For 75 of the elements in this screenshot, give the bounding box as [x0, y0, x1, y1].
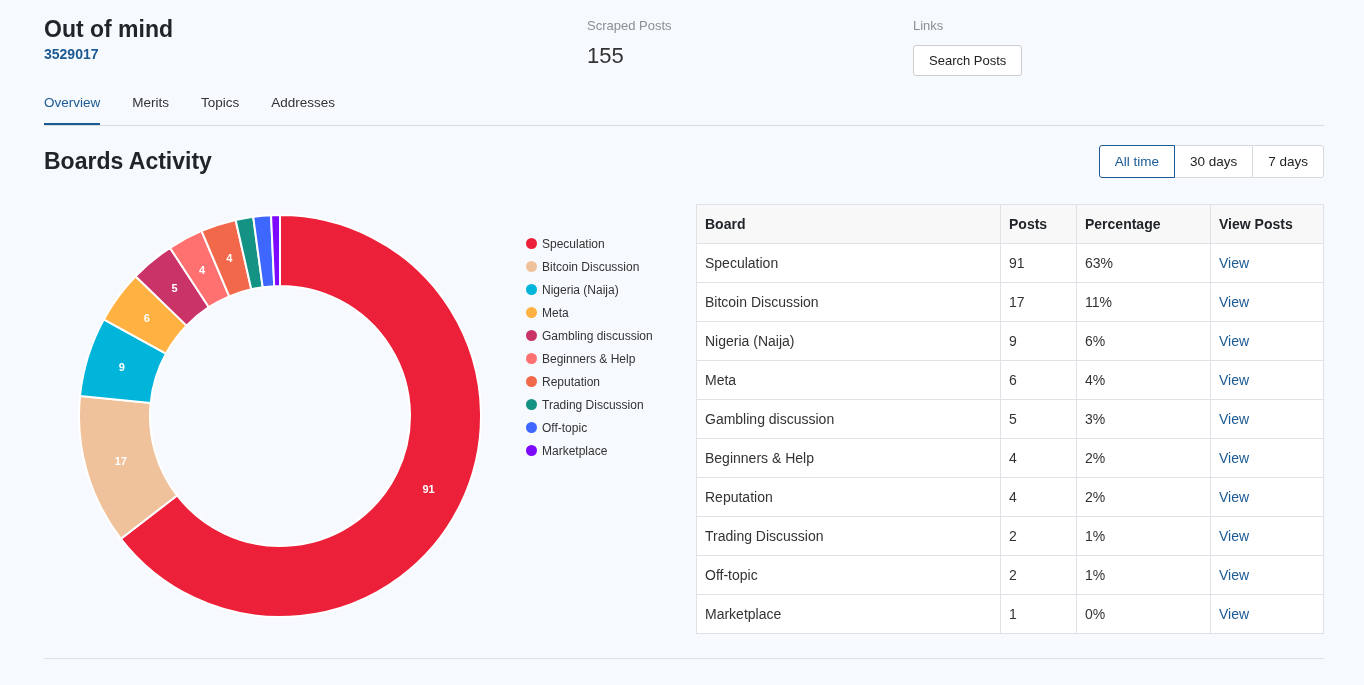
slice-label: 17 [114, 455, 127, 468]
stat-value: 155 [587, 43, 625, 69]
table-cell: Reputation [696, 477, 1001, 517]
table-cell: Bitcoin Discussion [696, 282, 1001, 322]
slice-label: 4 [199, 264, 206, 276]
section-title: Boards Activity [44, 147, 212, 175]
table-cell: 1% [1076, 516, 1211, 556]
tab[interactable]: Overview [44, 90, 101, 125]
stat-label: Scraped Posts [587, 18, 673, 33]
table-cell: Gambling discussion [696, 399, 1001, 439]
table-cell: 1% [1076, 555, 1211, 595]
table-cell: 3% [1076, 399, 1211, 439]
table-cell: Trading Discussion [696, 516, 1001, 556]
table-cell: Meta [696, 360, 1001, 400]
slice-label: 91 [422, 483, 435, 495]
table-cell: 6% [1076, 321, 1211, 361]
column-header: Percentage [1076, 204, 1211, 244]
table-cell: Nigeria (Naija) [696, 321, 1001, 361]
profile-name: Out of mind [44, 15, 175, 44]
table-cell: 9 [1000, 321, 1077, 361]
table-cell: 91 [1000, 243, 1077, 283]
view-link[interactable]: View [1219, 528, 1250, 544]
view-link[interactable]: View [1219, 606, 1250, 622]
legend-label: Bitcoin Discussion [542, 259, 640, 274]
table-cell: 2 [1000, 516, 1077, 556]
legend-label: Reputation [542, 374, 601, 389]
table-cell: Speculation [696, 243, 1001, 283]
legend-label: Off-topic [542, 420, 588, 435]
legend-label: Nigeria (Naija) [542, 282, 619, 297]
links-label: Links [913, 18, 945, 33]
tab[interactable]: Merits [132, 90, 169, 123]
table-cell: 6 [1000, 360, 1077, 400]
legend-label: Gambling discussion [542, 328, 653, 343]
range-button[interactable]: 30 days [1173, 144, 1254, 178]
slice-label: 5 [171, 282, 178, 295]
column-header: View Posts [1210, 204, 1324, 244]
table-cell: 2 [1000, 555, 1077, 595]
legend-label: Marketplace [542, 443, 608, 458]
tab[interactable]: Addresses [271, 90, 336, 123]
view-link[interactable]: View [1219, 372, 1250, 388]
view-link[interactable]: View [1219, 450, 1250, 466]
table-cell: 5 [1000, 399, 1077, 439]
view-link[interactable]: View [1219, 294, 1250, 310]
view-link[interactable]: View [1219, 255, 1250, 271]
slice-label: 9 [118, 360, 125, 373]
view-link[interactable]: View [1219, 489, 1250, 505]
table-cell: 63% [1076, 243, 1211, 283]
table-cell: 1 [1000, 594, 1077, 634]
view-link[interactable]: View [1219, 411, 1250, 427]
column-header: Posts [1000, 204, 1077, 244]
table-cell: 2% [1076, 477, 1211, 517]
view-link[interactable]: View [1219, 567, 1250, 583]
table-cell: 2% [1076, 438, 1211, 478]
table-cell: 0% [1076, 594, 1211, 634]
column-header: Board [696, 204, 1001, 244]
user-id-link[interactable]: 3529017 [44, 46, 587, 62]
view-link[interactable]: View [1219, 333, 1250, 349]
legend-label: Speculation [542, 236, 605, 251]
range-button[interactable]: All time [1098, 144, 1175, 178]
table-cell: Off-topic [696, 555, 1001, 595]
table-cell: 17 [1000, 282, 1077, 322]
search-posts-button[interactable]: Search Posts [913, 45, 1023, 76]
table-cell: Beginners & Help [696, 438, 1001, 478]
range-button[interactable]: 7 days [1252, 144, 1324, 178]
table-cell: 4 [1000, 438, 1077, 478]
table-cell: 4 [1000, 477, 1077, 517]
legend-label: Trading Discussion [542, 397, 644, 412]
legend-label: Meta [542, 305, 569, 320]
table-cell: 4% [1076, 360, 1211, 400]
tab[interactable]: Topics [201, 90, 240, 123]
slice-label: 4 [226, 252, 233, 265]
slice-label: 6 [143, 311, 150, 324]
table-cell: 11% [1076, 282, 1211, 322]
table-cell: Marketplace [696, 594, 1001, 634]
legend-label: Beginners & Help [542, 351, 636, 366]
